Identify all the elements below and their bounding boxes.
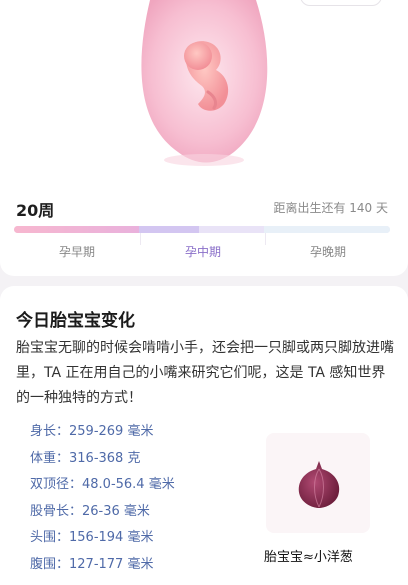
metric-weight: 体重：316-368 克 bbox=[30, 450, 141, 466]
fetus-metrics-list: 身长：259-269 毫米 体重：316-368 克 双顶径：48.0-56.4… bbox=[30, 422, 175, 581]
stage-divider bbox=[140, 233, 141, 245]
stage-divider bbox=[265, 233, 266, 245]
days-until-birth: 距离出生还有 140 天 bbox=[273, 201, 388, 215]
progress-segment-early bbox=[14, 226, 139, 233]
progress-segment-late bbox=[264, 226, 390, 233]
fruit-size-caption: 胎宝宝≈小洋葱 bbox=[264, 550, 353, 565]
stage-mid[interactable]: 孕中期 bbox=[163, 243, 243, 260]
pregnancy-progress-bar bbox=[14, 226, 390, 233]
current-week: 20周 bbox=[16, 201, 55, 220]
section-title: 今日胎宝宝变化 bbox=[16, 311, 135, 331]
top-pill-button[interactable] bbox=[300, 0, 382, 6]
progress-segment-mid-remaining bbox=[199, 226, 264, 233]
metric-bpd: 双顶径：48.0-56.4 毫米 bbox=[30, 477, 175, 492]
metric-length: 身长：259-269 毫米 bbox=[30, 424, 154, 439]
metric-head-circumference: 头围：156-194 毫米 bbox=[30, 530, 154, 545]
change-description: 胎宝宝无聊的时候会啃啃小手，还会把一只脚或两只脚放进嘴里，TA 正在用自己的小嘴… bbox=[16, 340, 394, 406]
metric-abdominal-circumference: 腹围：127-177 毫米 bbox=[30, 556, 154, 572]
progress-segment-mid bbox=[139, 226, 199, 233]
onion-icon bbox=[298, 461, 340, 508]
stage-late[interactable]: 孕晚期 bbox=[288, 243, 368, 260]
fetus-in-womb-icon bbox=[141, 0, 268, 166]
metric-femur: 股骨长：26-36 毫米 bbox=[30, 503, 150, 519]
stage-early[interactable]: 孕早期 bbox=[37, 243, 117, 260]
